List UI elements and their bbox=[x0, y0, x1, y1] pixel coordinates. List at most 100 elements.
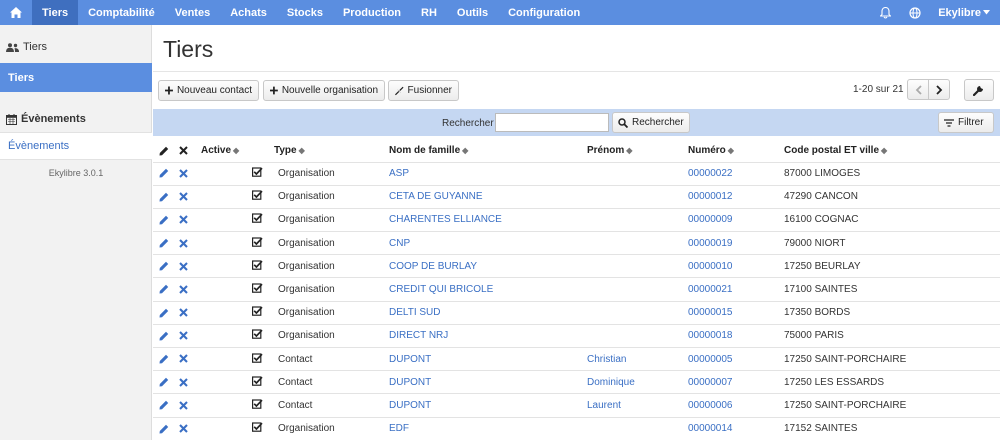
table-row: Organisation EDF 00000014 17152 SAINTES bbox=[153, 416, 1000, 440]
column-header-active[interactable]: Active ◆ bbox=[201, 140, 274, 162]
globe-icon[interactable] bbox=[900, 0, 930, 25]
cross-icon[interactable] bbox=[179, 285, 188, 294]
pencil-icon[interactable] bbox=[159, 331, 169, 341]
nav-item-stocks[interactable]: Stocks bbox=[277, 0, 333, 25]
cp-cell: 16100 COGNAC bbox=[784, 207, 1000, 232]
numero-link[interactable]: 00000021 bbox=[688, 277, 784, 302]
numero-link[interactable]: 00000015 bbox=[688, 300, 784, 325]
pencil-icon[interactable] bbox=[159, 238, 169, 248]
active-cell bbox=[201, 323, 274, 348]
cross-icon[interactable] bbox=[179, 331, 188, 341]
nom-link[interactable]: DUPONT bbox=[389, 370, 587, 394]
prenom-link[interactable]: Laurent bbox=[587, 393, 688, 418]
prenom-link[interactable] bbox=[587, 184, 688, 209]
nom-link[interactable]: EDF bbox=[389, 416, 587, 440]
nav-item-production[interactable]: Production bbox=[333, 0, 411, 25]
active-cell bbox=[201, 254, 274, 278]
prenom-link[interactable]: Dominique bbox=[587, 370, 688, 394]
nav-item-achats[interactable]: Achats bbox=[220, 0, 277, 25]
column-header-label: Type bbox=[274, 145, 297, 157]
prenom-link[interactable] bbox=[587, 161, 688, 186]
merge-button[interactable]: Fusionner bbox=[388, 80, 459, 101]
pencil-icon[interactable] bbox=[159, 168, 169, 178]
pencil-icon[interactable] bbox=[159, 354, 169, 364]
column-header-cp[interactable]: Code postal ET ville ◆ bbox=[784, 140, 1000, 162]
cross-icon[interactable] bbox=[179, 192, 188, 201]
cross-icon[interactable] bbox=[179, 377, 188, 387]
search-button[interactable]: Rechercher bbox=[612, 112, 690, 133]
numero-link[interactable]: 00000018 bbox=[688, 323, 784, 348]
numero-link[interactable]: 00000007 bbox=[688, 370, 784, 394]
nav-item-configuration[interactable]: Configuration bbox=[498, 0, 590, 25]
sidebar-item-evenements[interactable]: Évènements bbox=[0, 132, 152, 160]
next-page-button[interactable] bbox=[928, 79, 950, 100]
column-header-prenom[interactable]: Prénom ◆ bbox=[587, 140, 688, 162]
numero-link[interactable]: 00000012 bbox=[688, 184, 784, 209]
prenom-link[interactable] bbox=[587, 323, 688, 348]
nom-link[interactable]: COOP DE BURLAY bbox=[389, 254, 587, 278]
nom-link[interactable]: DIRECT NRJ bbox=[389, 323, 587, 348]
nom-link[interactable]: ASP bbox=[389, 161, 587, 186]
nom-link[interactable]: DUPONT bbox=[389, 393, 587, 418]
table-row: Organisation CREDIT QUI BRICOLE 00000021 17… bbox=[153, 277, 1000, 302]
cross-icon[interactable] bbox=[179, 238, 188, 248]
table-row: Organisation COOP DE BURLAY 00000010 17250 … bbox=[153, 254, 1000, 278]
new-organisation-button[interactable]: Nouvelle organisation bbox=[263, 80, 385, 101]
checkbox-checked-icon bbox=[252, 167, 263, 180]
nav-item-outils[interactable]: Outils bbox=[447, 0, 498, 25]
pencil-icon[interactable] bbox=[159, 261, 169, 271]
nom-link[interactable]: DELTI SUD bbox=[389, 300, 587, 325]
pencil-icon[interactable] bbox=[159, 424, 169, 434]
cross-icon[interactable] bbox=[179, 401, 188, 410]
pencil-icon[interactable] bbox=[159, 192, 169, 202]
numero-link[interactable]: 00000019 bbox=[688, 231, 784, 255]
new-contact-button[interactable]: Nouveau contact bbox=[158, 80, 259, 101]
numero-link[interactable]: 00000009 bbox=[688, 207, 784, 232]
cross-icon[interactable] bbox=[179, 169, 188, 178]
search-input[interactable] bbox=[495, 113, 609, 132]
nav-item-rh[interactable]: RH bbox=[411, 0, 447, 25]
numero-link[interactable]: 00000022 bbox=[688, 161, 784, 186]
nom-link[interactable]: CETA DE GUYANNE bbox=[389, 184, 587, 209]
nav-item-tiers[interactable]: Tiers bbox=[32, 0, 79, 25]
pencil-icon[interactable] bbox=[159, 215, 169, 225]
prenom-link[interactable] bbox=[587, 231, 688, 255]
prenom-link[interactable] bbox=[587, 416, 688, 440]
nom-link[interactable]: CREDIT QUI BRICOLE bbox=[389, 277, 587, 302]
checkbox-checked-icon bbox=[252, 260, 263, 273]
nom-link[interactable]: DUPONT bbox=[389, 346, 587, 371]
numero-link[interactable]: 00000006 bbox=[688, 393, 784, 418]
nav-item-comptabilite[interactable]: Comptabilité bbox=[78, 0, 165, 25]
home-icon[interactable] bbox=[0, 0, 32, 25]
numero-link[interactable]: 00000010 bbox=[688, 254, 784, 278]
cross-icon[interactable] bbox=[179, 424, 188, 434]
settings-button[interactable] bbox=[964, 79, 994, 101]
numero-link[interactable]: 00000005 bbox=[688, 346, 784, 371]
sidebar-item-tiers[interactable]: Tiers bbox=[0, 63, 152, 92]
prenom-link[interactable] bbox=[587, 277, 688, 302]
cross-icon[interactable] bbox=[179, 215, 188, 225]
prenom-link[interactable] bbox=[587, 254, 688, 278]
pencil-icon[interactable] bbox=[159, 400, 169, 410]
user-menu[interactable]: Ekylibre bbox=[930, 7, 1000, 19]
numero-link[interactable]: 00000014 bbox=[688, 416, 784, 440]
type-cell: Organisation bbox=[274, 161, 389, 186]
pencil-icon[interactable] bbox=[159, 308, 169, 318]
nav-item-ventes[interactable]: Ventes bbox=[165, 0, 220, 25]
pencil-icon[interactable] bbox=[159, 377, 169, 387]
cross-icon[interactable] bbox=[179, 261, 188, 271]
column-header-type[interactable]: Type ◆ bbox=[274, 140, 389, 162]
column-header-numero[interactable]: Numéro ◆ bbox=[688, 140, 784, 162]
prenom-link[interactable] bbox=[587, 207, 688, 232]
cross-icon[interactable] bbox=[179, 354, 188, 364]
pencil-icon[interactable] bbox=[159, 284, 169, 294]
prenom-link[interactable]: Christian bbox=[587, 346, 688, 371]
column-header-nom[interactable]: Nom de famille ◆ bbox=[389, 140, 587, 162]
filter-button[interactable]: Filtrer bbox=[938, 112, 994, 133]
nom-link[interactable]: CHARENTES ELLIANCE bbox=[389, 207, 587, 232]
bell-icon[interactable] bbox=[870, 0, 900, 25]
previous-page-button[interactable] bbox=[907, 79, 929, 100]
cross-icon[interactable] bbox=[179, 308, 188, 317]
nom-link[interactable]: CNP bbox=[389, 231, 587, 255]
prenom-link[interactable] bbox=[587, 300, 688, 325]
